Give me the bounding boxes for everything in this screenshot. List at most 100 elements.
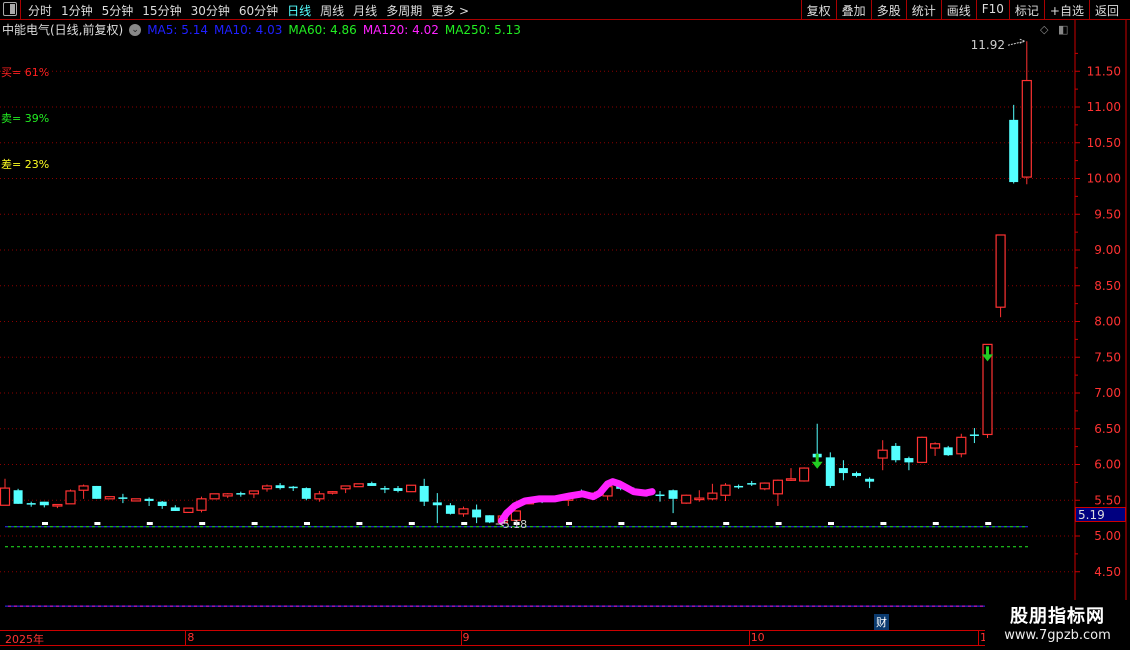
candle	[393, 485, 403, 493]
candle	[104, 496, 115, 500]
candle-body	[196, 498, 207, 511]
candle-body	[681, 494, 692, 504]
chart-corner-icons: ◇ ◧	[1040, 23, 1068, 36]
candle-body	[485, 515, 495, 523]
candle	[891, 443, 901, 463]
candle-body	[995, 234, 1006, 308]
toolbar-button[interactable]: 画线	[940, 0, 976, 19]
candle	[367, 481, 377, 486]
toolbar-button[interactable]: 多股	[870, 0, 906, 19]
candle	[275, 483, 285, 490]
candle	[0, 478, 11, 506]
candle	[694, 490, 705, 502]
x-tick-label: 10	[750, 631, 765, 644]
candle-body	[236, 493, 246, 495]
y-tick-label: 4.50	[1094, 565, 1121, 579]
panel-toggle-icon[interactable]	[3, 2, 17, 16]
candle	[838, 460, 848, 481]
panel-toggle-icon[interactable]: ◧	[1058, 23, 1068, 36]
candle-body	[943, 447, 953, 456]
y-tick-label: 8.50	[1094, 279, 1121, 293]
stock-title: 中能电气(日线,前复权)	[2, 23, 124, 37]
candle-body	[1021, 79, 1032, 178]
toolbar-button[interactable]: 统计	[905, 0, 941, 19]
period-tab[interactable]: 15分钟	[142, 2, 181, 19]
candle-body	[904, 458, 914, 463]
chevron-down-icon[interactable]: ⌄	[129, 23, 142, 36]
toolbar-button[interactable]: +自选	[1043, 0, 1089, 19]
sell-ratio: 卖= 39%	[1, 112, 50, 125]
candle	[340, 485, 351, 494]
toolbar-button[interactable]: 返回	[1088, 0, 1124, 19]
candle-body	[916, 436, 928, 463]
y-tick-label: 8.00	[1094, 315, 1121, 329]
candle	[52, 503, 63, 509]
period-tab[interactable]: 30分钟	[191, 2, 230, 19]
candle	[183, 507, 194, 514]
y-tick-label: 7.00	[1094, 386, 1121, 400]
candle-body	[929, 443, 941, 449]
period-tab[interactable]: 60分钟	[239, 2, 278, 19]
candle	[916, 436, 928, 464]
ma-value: MA250: 5.13	[444, 22, 521, 37]
period-marker	[461, 522, 468, 525]
candle-body	[183, 507, 194, 514]
toolbar-button[interactable]: 标记	[1008, 0, 1044, 19]
candle-body	[891, 445, 901, 461]
period-tab[interactable]: 5分钟	[102, 2, 134, 19]
candle	[26, 501, 36, 507]
ma-value: MA120: 4.02	[362, 22, 439, 37]
diamond-icon[interactable]: ◇	[1040, 23, 1048, 36]
candle-body	[785, 478, 797, 481]
candle-body	[445, 505, 455, 514]
period-marker	[356, 522, 363, 525]
finance-badge[interactable]: 财	[874, 614, 889, 630]
period-tab[interactable]: 分时	[28, 2, 52, 19]
candle	[118, 493, 128, 504]
period-tab[interactable]: 日线	[287, 2, 311, 19]
candle-body	[432, 502, 442, 506]
info-line: 中能电气(日线,前复权) ⌄ MA5: 5.14 MA10: 4.03 MA60: …	[2, 21, 521, 38]
candle-body	[92, 485, 102, 499]
period-tab[interactable]: 更多 >	[431, 2, 469, 19]
high-arrow-icon	[1007, 38, 1027, 46]
period-marker	[94, 522, 101, 525]
candle	[929, 442, 941, 456]
candle	[130, 498, 142, 502]
candle	[668, 489, 678, 514]
action-buttons: 复权 叠加 多股 统计 画线 F10 标记 +自选 返回	[800, 0, 1124, 19]
candlestick-chart[interactable]: 4.50 5.00 5.50 6.00 6.50 7.00 7.50 8.00 8.50 9.00…	[0, 0, 1130, 650]
watermark-url: www.7gpzb.com	[1004, 628, 1111, 643]
period-tab[interactable]: 月线	[353, 2, 377, 19]
candle-body	[39, 501, 49, 506]
candle	[1021, 41, 1032, 185]
candle	[707, 483, 718, 501]
period-marker	[251, 522, 258, 525]
candle	[798, 467, 810, 482]
y-tick-label: 6.50	[1094, 422, 1121, 436]
candle-body	[170, 507, 180, 511]
period-marker	[932, 522, 939, 525]
candle	[13, 488, 23, 504]
toolbar-button[interactable]: F10	[975, 0, 1009, 19]
period-tab[interactable]: 多周期	[386, 2, 422, 19]
period-tabs: 分时 1分钟 5分钟 15分钟 30分钟 60分钟 日线 周线 月线 多周期 更多 >	[28, 2, 469, 19]
period-tab[interactable]: 周线	[320, 2, 344, 19]
candle	[734, 484, 744, 489]
candle	[301, 487, 311, 501]
low-price-label: 5.18	[503, 518, 528, 531]
date-axis: 2025年 8 9 10 1	[0, 630, 1130, 646]
toolbar-button[interactable]: 叠加	[835, 0, 871, 19]
candle	[406, 484, 417, 493]
candle-body	[865, 478, 875, 482]
period-marker	[880, 522, 887, 525]
high-price-label: 11.92	[971, 38, 1005, 52]
y-tick-label: 10.50	[1087, 136, 1121, 150]
candle-body	[367, 483, 377, 486]
toolbar-button[interactable]: 复权	[800, 0, 836, 19]
candle-body	[261, 485, 273, 490]
candle	[196, 496, 207, 513]
candle	[785, 468, 797, 481]
period-tab[interactable]: 1分钟	[61, 2, 93, 19]
candle-body	[720, 484, 731, 496]
